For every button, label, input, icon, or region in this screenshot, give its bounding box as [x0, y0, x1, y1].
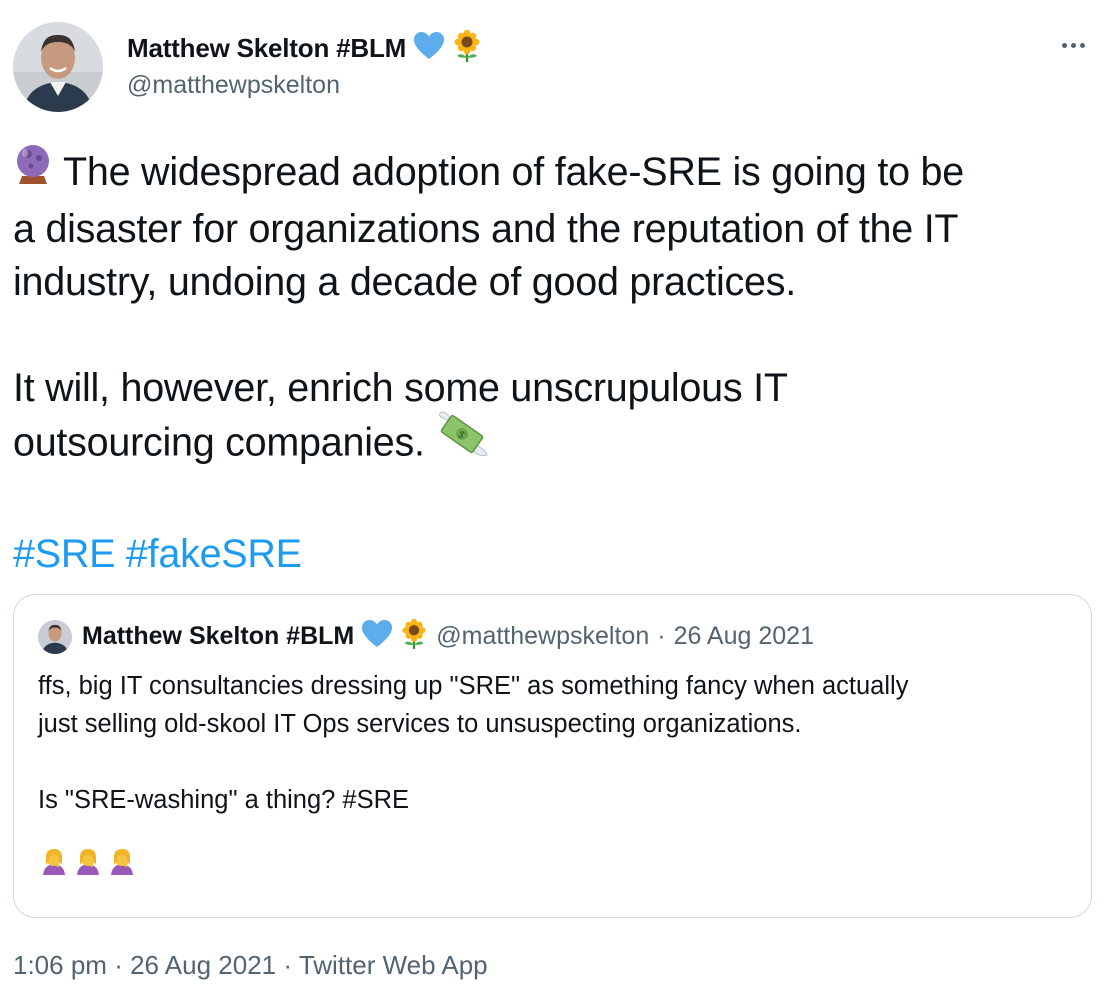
tweet-line-1: The widespread adoption of fake-SRE is g…	[63, 150, 964, 194]
sunflower-icon	[452, 29, 482, 67]
author-handle[interactable]: @matthewpskelton	[127, 71, 340, 100]
woman-facepalming-icon	[41, 847, 67, 880]
quoted-separator: ·	[657, 622, 666, 650]
quoted-line-1: ffs, big IT consultancies dressing up "S…	[38, 672, 909, 700]
quoted-line-2: just selling old-skool IT Ops services t…	[38, 710, 802, 738]
tweet-hashtags: #SRE #fakeSRE	[13, 528, 1098, 581]
author-name-row[interactable]: Matthew Skelton #BLM	[127, 29, 482, 67]
quoted-author-avatar	[38, 619, 72, 654]
more-dot	[1061, 42, 1067, 48]
woman-facepalming-icon	[109, 847, 135, 880]
more-options-button[interactable]	[1053, 30, 1093, 60]
quoted-tweet[interactable]: Matthew Skelton #BLM @matthewpskelton · …	[13, 594, 1092, 918]
quoted-author-handle: @matthewpskelton	[436, 622, 650, 650]
tweet-time[interactable]: 1:06 pm	[13, 950, 107, 980]
money-with-wings-icon: $	[435, 411, 489, 471]
more-dot	[1079, 42, 1085, 48]
author-name[interactable]: Matthew Skelton #BLM	[127, 33, 406, 64]
hashtag-sre[interactable]: #SRE	[13, 532, 115, 576]
tweet-date[interactable]: 26 Aug 2021	[130, 950, 276, 980]
meta-separator: ·	[283, 950, 293, 980]
tweet-meta: 1:06 pm · 26 Aug 2021 · Twitter Web App	[13, 950, 488, 981]
quoted-line-3: Is "SRE-washing" a thing? #SRE	[38, 786, 410, 814]
tweet-line-5: outsourcing companies.	[13, 420, 425, 464]
tweet-line-2: a disaster for organizations and the rep…	[13, 206, 959, 251]
quoted-tweet-header: Matthew Skelton #BLM @matthewpskelton · …	[38, 618, 814, 654]
tweet-line-4: It will, however, enrich some unscrupulo…	[13, 365, 788, 410]
quoted-date: 26 Aug 2021	[673, 622, 814, 650]
sunflower-icon	[400, 618, 428, 654]
more-dot	[1070, 42, 1076, 48]
tweet-text: The widespread adoption of fake-SRE is g…	[13, 144, 1098, 581]
tweet-line: outsourcing companies. $	[13, 411, 1098, 475]
meta-separator: ·	[114, 950, 123, 980]
blue-heart-icon	[362, 620, 393, 653]
tweet-card: Matthew Skelton #BLM @matthewpskelton Th…	[0, 0, 1109, 1000]
quoted-emoji-row	[41, 847, 135, 880]
quoted-tweet-text: ffs, big IT consultancies dressing up "S…	[38, 667, 1068, 819]
woman-facepalming-icon	[75, 847, 101, 880]
tweet-client: Twitter Web App	[298, 950, 488, 980]
quoted-author-name: Matthew Skelton #BLM	[82, 622, 355, 650]
blue-heart-icon	[414, 32, 445, 65]
author-avatar[interactable]	[13, 22, 103, 112]
crystal-ball-icon	[13, 144, 53, 200]
tweet-line-3: industry, undoing a decade of good pract…	[13, 259, 796, 304]
tweet-line: The widespread adoption of fake-SRE is g…	[13, 144, 1098, 203]
hashtag-fakesre[interactable]: #fakeSRE	[126, 532, 302, 576]
